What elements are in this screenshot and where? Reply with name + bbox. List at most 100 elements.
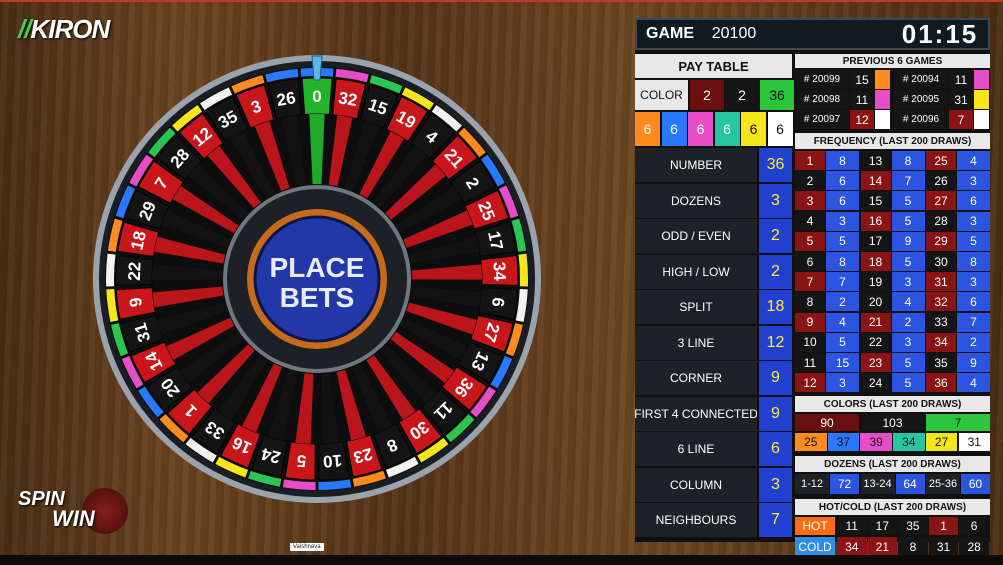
cold-number: 31 bbox=[928, 537, 959, 556]
frequency-number: 34 bbox=[926, 332, 956, 352]
pocket-number: 0 bbox=[312, 87, 321, 106]
pay-row-label: 3 LINE bbox=[635, 325, 757, 360]
pay-row-value: 3 bbox=[759, 467, 792, 502]
game-screen: { "brand":{"logo_text":"KIRON","game_log… bbox=[0, 0, 1003, 565]
pay-row-label: ODD / EVEN bbox=[635, 219, 757, 253]
pocket-number: 5 bbox=[296, 451, 307, 471]
previous-game-id: # 20098 bbox=[795, 90, 849, 109]
pay-row-label: NEIGHBOURS bbox=[635, 503, 757, 537]
previous-game-number: 15 bbox=[850, 70, 874, 89]
kiron-logo: //KIRON bbox=[18, 14, 110, 44]
pay-row-value: 2 bbox=[759, 254, 792, 289]
pay-row-value: 2 bbox=[759, 219, 792, 253]
previous-game-id: # 20095 bbox=[894, 90, 948, 109]
frequency-number: 21 bbox=[860, 312, 891, 332]
cold-label: COLD bbox=[795, 537, 835, 556]
frequency-count: 3 bbox=[891, 332, 925, 352]
frequency-count: 5 bbox=[891, 252, 925, 271]
pocket-number: 18 bbox=[127, 229, 150, 252]
frequency-title: FREQUENCY (LAST 200 DRAWS) bbox=[795, 133, 990, 149]
frequency-count: 2 bbox=[826, 292, 859, 312]
pay-row-label: CORNER bbox=[635, 361, 757, 395]
color-pay-value: 6 bbox=[767, 112, 793, 146]
previous-game-color bbox=[974, 110, 989, 129]
dozen-value: 72 bbox=[830, 474, 859, 494]
frequency-count: 8 bbox=[826, 151, 859, 170]
frequency-number: 32 bbox=[926, 292, 956, 312]
hot-number: 35 bbox=[898, 517, 928, 535]
game-number: 20100 bbox=[711, 25, 757, 42]
frequency-number: 36 bbox=[926, 373, 956, 393]
game-label: GAME bbox=[646, 25, 694, 42]
frequency-number: 14 bbox=[860, 171, 891, 191]
frequency-count: 3 bbox=[826, 373, 859, 393]
frequency-count: 7 bbox=[826, 272, 859, 292]
previous-game-id: # 20097 bbox=[795, 110, 849, 129]
ball-pointer bbox=[311, 55, 323, 81]
previous-game-number: 11 bbox=[949, 70, 973, 89]
colors-stat-value: 103 bbox=[860, 414, 925, 431]
hot-cold-title: HOT/COLD (LAST 200 DRAWS) bbox=[795, 499, 990, 515]
colors-stat-value: 37 bbox=[827, 433, 860, 451]
frequency-count: 5 bbox=[957, 231, 990, 251]
frequency-number: 33 bbox=[926, 312, 956, 332]
previous-game-number: 11 bbox=[850, 90, 874, 109]
dozens-title: DOZENS (LAST 200 DRAWS) bbox=[795, 456, 990, 472]
previous-game-color bbox=[875, 70, 890, 89]
frequency-number: 27 bbox=[926, 191, 956, 211]
colors-stat-value: 27 bbox=[925, 433, 958, 451]
pocket-number: 32 bbox=[337, 88, 359, 110]
pay-row-label: 6 LINE bbox=[635, 432, 757, 466]
pocket-number: 17 bbox=[484, 229, 507, 252]
frequency-number: 31 bbox=[926, 272, 956, 292]
frequency-count: 5 bbox=[891, 373, 925, 393]
spin-and-win-logo: SPIN WIN bbox=[18, 486, 128, 538]
colors-stat-value: 25 bbox=[795, 433, 827, 451]
roulette-wheel: 0 32 15 19421225173462713361130823105241633… bbox=[93, 55, 541, 503]
pay-row-label: HIGH / LOW bbox=[635, 254, 757, 289]
hot-label: HOT bbox=[795, 517, 835, 535]
frequency-count: 6 bbox=[826, 191, 859, 211]
frequency-count: 9 bbox=[957, 353, 990, 372]
frequency-count: 7 bbox=[891, 171, 925, 191]
frequency-count: 6 bbox=[957, 191, 990, 211]
frequency-count: 2 bbox=[957, 332, 990, 352]
frequency-number: 3 bbox=[795, 191, 825, 211]
pay-row-label: FIRST 4 CONNECTED bbox=[635, 396, 757, 431]
dozen-label: 25-36 bbox=[926, 474, 960, 494]
bets-text: BETS bbox=[280, 282, 355, 313]
frequency-count: 6 bbox=[957, 292, 990, 312]
frequency-count: 3 bbox=[957, 171, 990, 191]
previous-game-color bbox=[974, 90, 989, 109]
color-pay-value: 2 bbox=[725, 80, 759, 110]
frequency-number: 15 bbox=[860, 191, 891, 211]
previous-game-number: 7 bbox=[949, 110, 973, 129]
previous-game-color bbox=[974, 70, 989, 89]
frequency-number: 9 bbox=[795, 312, 825, 332]
colors-stat-value: 90 bbox=[795, 414, 859, 431]
color-pay-value: 6 bbox=[741, 112, 766, 146]
frequency-count: 4 bbox=[891, 292, 925, 312]
bottom-bar bbox=[0, 555, 1003, 565]
win-logo-text: WIN bbox=[52, 506, 95, 531]
frequency-number: 11 bbox=[795, 353, 825, 372]
previous-game-number: 12 bbox=[850, 110, 874, 129]
pay-row-value: 7 bbox=[759, 503, 792, 537]
timer: 01:15 bbox=[901, 21, 979, 47]
frequency-number: 1 bbox=[795, 151, 825, 170]
previous-game-color bbox=[875, 90, 890, 109]
pay-row-label: DOZENS bbox=[635, 183, 757, 218]
hot-number: 11 bbox=[837, 517, 867, 535]
pay-row-label: COLUMN bbox=[635, 467, 757, 502]
pay-table-title: PAY TABLE bbox=[635, 54, 792, 78]
previous-games-title: PREVIOUS 6 GAMES bbox=[795, 54, 990, 68]
colors-stat-value: 34 bbox=[893, 433, 925, 451]
frequency-number: 12 bbox=[795, 373, 825, 393]
pay-row-value: 18 bbox=[759, 290, 792, 324]
color-pay-value: 6 bbox=[635, 112, 660, 146]
pay-row-value: 6 bbox=[759, 432, 792, 466]
frequency-number: 18 bbox=[860, 252, 891, 271]
frequency-number: 8 bbox=[795, 292, 825, 312]
colors-title: COLORS (LAST 200 DRAWS) bbox=[795, 396, 990, 412]
color-pay-value: 6 bbox=[688, 112, 713, 146]
